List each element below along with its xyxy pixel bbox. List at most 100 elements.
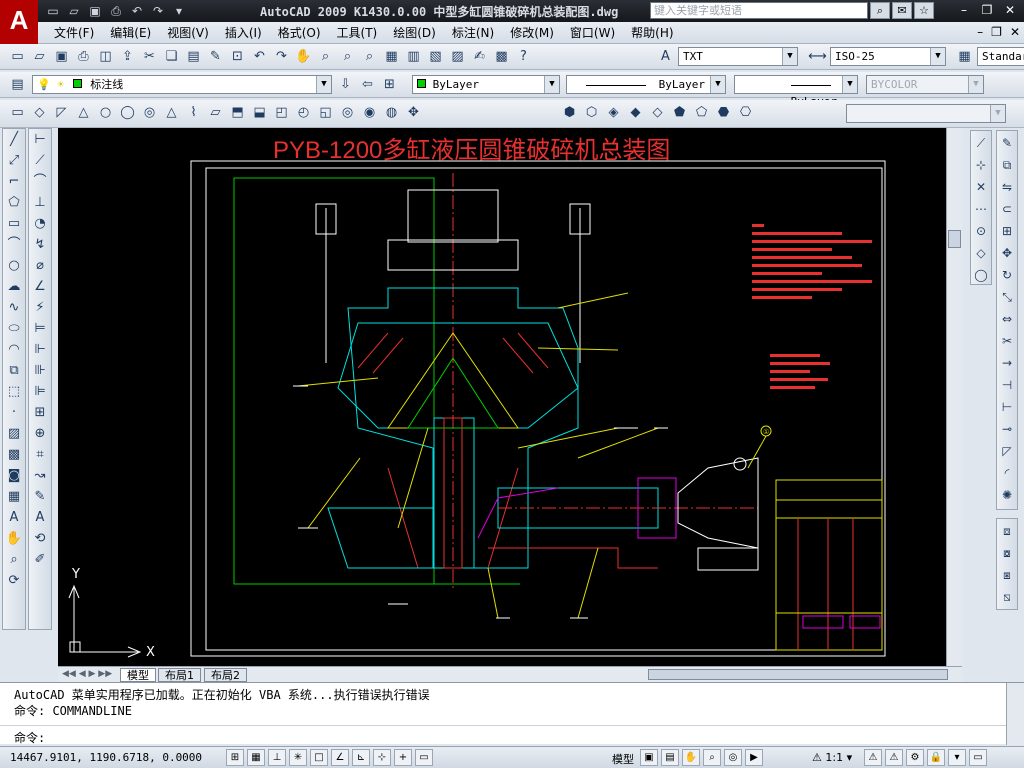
text-style-icon[interactable]: A [656, 47, 675, 66]
inspection-icon[interactable]: ⌗ [30, 445, 50, 465]
design-center-icon[interactable]: ▥ [404, 47, 423, 66]
pan-icon[interactable]: ✋ [682, 749, 700, 766]
dim-edit-icon[interactable]: ✎ [30, 487, 50, 507]
polyline-icon[interactable]: ⌐ [4, 172, 24, 192]
undo-icon[interactable]: ↶ [250, 47, 269, 66]
continue-dim-icon[interactable]: ⊩ [30, 340, 50, 360]
intersect-icon[interactable]: ◍ [382, 103, 401, 122]
center-mark-icon[interactable]: ⊕ [30, 424, 50, 444]
break-at-point-icon[interactable]: ⊣ [998, 375, 1016, 395]
construction-line-icon[interactable]: ⤢ [4, 151, 24, 171]
box-icon[interactable]: ◇ [30, 103, 49, 122]
doc-close-icon[interactable]: ✕ [1010, 25, 1020, 39]
snap-endpoint-icon[interactable]: ⟋ [972, 133, 990, 153]
qat-dropdown-icon[interactable]: ▾ [170, 2, 188, 20]
osnap-toggle-icon[interactable]: □ [310, 749, 328, 766]
cylinder-icon[interactable]: ◯ [118, 103, 137, 122]
tab-nav-icons[interactable]: ◀◀ ◀ ▶ ▶▶ [62, 669, 112, 679]
undo-icon[interactable]: ↶ [128, 2, 146, 20]
table-icon[interactable]: ▦ [4, 487, 24, 507]
markup-icon[interactable]: ✍ [470, 47, 489, 66]
rotate-icon[interactable]: ↻ [998, 265, 1016, 285]
app-menu-button[interactable]: A [0, 0, 38, 44]
extrude-icon[interactable]: ⬒ [228, 103, 247, 122]
tab-layout1[interactable]: 布局1 [158, 668, 201, 682]
model-space-label[interactable]: 模型 [612, 751, 634, 767]
section-plane-icon[interactable]: ⬠ [692, 103, 711, 122]
table-style-icon[interactable]: ▦ [955, 47, 974, 66]
pan-icon[interactable]: ✋ [4, 529, 24, 549]
dyn-toggle-icon[interactable]: ⊹ [373, 749, 391, 766]
vertical-scrollbar[interactable] [946, 128, 962, 666]
subtract-icon[interactable]: ◉ [360, 103, 379, 122]
gradient-icon[interactable]: ▩ [4, 445, 24, 465]
showmotion-icon[interactable]: ▶ [745, 749, 763, 766]
close-icon[interactable]: ✕ [1000, 2, 1020, 19]
search-icon[interactable]: ⌕ [870, 2, 890, 19]
bring-to-front-icon[interactable]: ⧈ [998, 521, 1016, 541]
grid-toggle-icon[interactable]: ▦ [247, 749, 265, 766]
dim-style-icon[interactable]: ⟷ [808, 47, 827, 66]
copy-icon[interactable]: ❏ [162, 47, 181, 66]
menu-draw[interactable]: 绘图(D) [385, 25, 444, 41]
3d-rotate-icon[interactable]: ◈ [604, 103, 623, 122]
explode-icon[interactable]: ✺ [998, 485, 1016, 505]
thicken-icon[interactable]: ◇ [648, 103, 667, 122]
diameter-dim-icon[interactable]: ⌀ [30, 256, 50, 276]
tab-layout2[interactable]: 布局2 [204, 668, 247, 682]
communication-icon[interactable]: ✉ [892, 2, 912, 19]
loft-icon[interactable]: ◱ [316, 103, 335, 122]
line-icon[interactable]: ╱ [4, 130, 24, 150]
orbit-icon[interactable]: ⟳ [4, 571, 24, 591]
paste-icon[interactable]: ▤ [184, 47, 203, 66]
menu-edit[interactable]: 编辑(E) [102, 25, 159, 41]
zoom-icon[interactable]: ⌕ [4, 550, 24, 570]
convert-icon[interactable]: ⬟ [670, 103, 689, 122]
text-style-combo[interactable]: TXT ▼ [678, 47, 798, 66]
menu-help[interactable]: 帮助(H) [623, 25, 681, 41]
3d-align-icon[interactable]: ⬡ [582, 103, 601, 122]
help-search-input[interactable]: 键入关键字或短语 [650, 2, 868, 19]
hatch-icon[interactable]: ▨ [4, 424, 24, 444]
wedge-icon[interactable]: ◸ [52, 103, 71, 122]
3d-move-icon[interactable]: ✥ [404, 103, 423, 122]
lock-icon[interactable]: 🔒 [927, 749, 945, 766]
helix-icon[interactable]: ⌇ [184, 103, 203, 122]
zoom-previous-icon[interactable]: ⌕ [360, 47, 379, 66]
redo-icon[interactable]: ↷ [149, 2, 167, 20]
layer-manager-icon[interactable]: ▤ [8, 75, 27, 94]
dim-style-combo[interactable]: ISO-25 ▼ [830, 47, 946, 66]
lineweight-combo[interactable]: ByLayer ▼ [734, 75, 858, 108]
quick-view-layouts-icon[interactable]: ▣ [640, 749, 658, 766]
chevron-down-icon[interactable]: ▼ [316, 76, 331, 93]
bring-above-icon[interactable]: ⧆ [998, 565, 1016, 585]
chevron-down-icon[interactable]: ▼ [842, 76, 857, 93]
chevron-down-icon[interactable]: ▼ [930, 48, 945, 65]
dim-update-icon[interactable]: ⟲ [30, 529, 50, 549]
tab-model[interactable]: 模型 [120, 668, 156, 682]
zoom-realtime-icon[interactable]: ⌕ [316, 47, 335, 66]
snap-quadrant-icon[interactable]: ◇ [972, 243, 990, 263]
command-scrollbar[interactable] [1006, 683, 1024, 745]
annotation-scale[interactable]: ⚠ 1:1 ▾ [812, 751, 852, 764]
polar-toggle-icon[interactable]: ✳ [289, 749, 307, 766]
auto-scale-icon[interactable]: ⚠ [885, 749, 903, 766]
point-icon[interactable]: · [4, 403, 24, 423]
ellipse-arc-icon[interactable]: ◠ [4, 340, 24, 360]
cut-icon[interactable]: ✂ [140, 47, 159, 66]
help-icon[interactable]: ? [514, 47, 533, 66]
match-prop-icon[interactable]: ✎ [206, 47, 225, 66]
snap-center-icon[interactable]: ⊙ [972, 221, 990, 241]
planar-surface-icon[interactable]: ▱ [206, 103, 225, 122]
new-icon[interactable]: ▭ [8, 47, 27, 66]
stretch-icon[interactable]: ⇔ [998, 309, 1016, 329]
doc-minimize-icon[interactable]: – [977, 25, 983, 39]
menu-file[interactable]: 文件(F) [46, 25, 102, 41]
arc-icon[interactable]: ⌒ [4, 235, 24, 255]
make-current-icon[interactable]: ⇩ [336, 75, 355, 94]
menu-tools[interactable]: 工具(T) [329, 25, 386, 41]
workspace-combo[interactable]: ▼ [846, 104, 1006, 123]
new-icon[interactable]: ▭ [44, 2, 62, 20]
save-icon[interactable]: ▣ [86, 2, 104, 20]
slice-icon[interactable]: ◆ [626, 103, 645, 122]
